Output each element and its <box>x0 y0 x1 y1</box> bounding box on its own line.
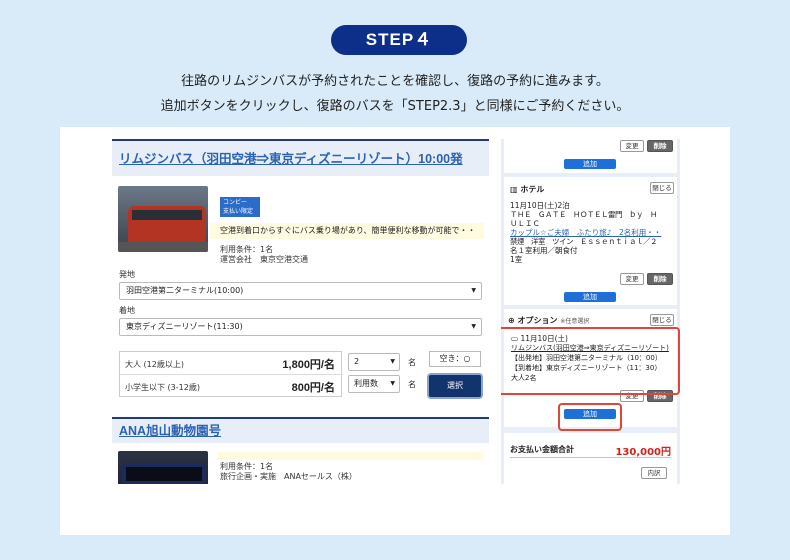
cart-sidebar: 変更 削除 追加 ▥ ホテル 閉じる 11月10日(土)2泊 ＴＨＥ ＧＡＴＥ … <box>501 139 680 484</box>
highlight-frame-add <box>558 403 622 431</box>
plus-circle-icon: ⊕ <box>508 316 515 325</box>
details-button[interactable]: 内訳 <box>641 467 667 479</box>
hotel-room-count: 1室 <box>510 255 523 264</box>
arrival-select[interactable]: 東京ディズニーリゾート(11:30) ▼ <box>119 318 482 336</box>
departure-select[interactable]: 羽田空港第二ターミナル(10:00) ▼ <box>119 282 482 300</box>
dropdown-arrow-icon: ▼ <box>471 323 476 330</box>
hotel-delete-button[interactable]: 削除 <box>647 273 673 285</box>
dropdown-arrow-icon: ▼ <box>390 380 395 387</box>
bus-photo <box>118 186 208 252</box>
bus-operator: 運営会社 東京空港交通 <box>220 255 308 264</box>
child-qty-select[interactable]: 利用数 ▼ <box>348 375 400 393</box>
coupon-badge: コンビー 支払い限定 <box>220 197 260 217</box>
child-unit: 名 <box>408 380 416 389</box>
adult-unit: 名 <box>408 358 416 367</box>
step-badge: STEP４ <box>331 25 467 55</box>
total-value: 130,000円 <box>615 447 671 458</box>
bus-condition: 利用条件：1名 <box>220 245 274 254</box>
bus-title-link[interactable]: リムジンバス（羽田空港⇒東京ディズニーリゾート）10:00発 <box>119 152 463 166</box>
total-divider <box>510 457 671 458</box>
adult-qty-select[interactable]: 2 ▼ <box>348 353 400 371</box>
bus-title-bar: リムジンバス（羽田空港⇒東京ディズニーリゾート）10:00発 <box>112 139 489 176</box>
vacancy-status: 空き：○ <box>429 351 481 367</box>
bus2-title-link[interactable]: ANA旭山動物園号 <box>119 424 221 438</box>
change-button[interactable]: 変更 <box>620 140 644 152</box>
instruction-line-2: 追加ボタンをクリックし、復路のバスを「STEP2.3」と同様にご予約ください。 <box>160 99 630 114</box>
dropdown-arrow-icon: ▼ <box>390 358 395 365</box>
bus2-photo <box>118 451 208 484</box>
instruction-line-1: 往路のリムジンバスが予約されたことを確認し、復路の予約に進みます。 <box>181 74 609 89</box>
fare-row-child: 小学生以下 (3-12歳) 800円/名 <box>125 382 335 394</box>
option-section-title: ⊕ オプション ※任意選択 <box>508 316 590 325</box>
screenshot-panel: リムジンバス（羽田空港⇒東京ディズニーリゾート）10:00発 コンビー 支払い限… <box>60 127 730 535</box>
hotel-add-button[interactable]: 追加 <box>564 292 616 302</box>
bus-list: リムジンバス（羽田空港⇒東京ディズニーリゾート）10:00発 コンビー 支払い限… <box>112 139 489 484</box>
departure-label: 発地 <box>119 270 135 279</box>
bus2-operator: 旅行企画・実施 ANAセールス（株） <box>220 472 357 481</box>
hotel-card: ▥ ホテル 閉じる 11月10日(土)2泊 ＴＨＥ ＧＡＴＥ ＨＯＴＥＬ雷門 ｂ… <box>504 177 677 305</box>
fare-row-adult: 大人 (12歳以上) 1,800円/名 <box>120 352 343 375</box>
fare-table: 大人 (12歳以上) 1,800円/名 小学生以下 (3-12歳) 800円/名 <box>119 351 343 397</box>
hotel-close-button[interactable]: 閉じる <box>650 182 674 194</box>
add-button[interactable]: 追加 <box>564 159 616 169</box>
building-icon: ▥ <box>510 185 518 194</box>
hotel-change-button[interactable]: 変更 <box>620 273 644 285</box>
bus2-condition: 利用条件：1名 <box>220 462 274 471</box>
bus-notice: 空港到着口からすぐにバス乗り場があり、簡単便利な移動が可能で・・ <box>210 223 484 239</box>
option-close-button[interactable]: 閉じる <box>650 314 674 326</box>
select-button[interactable]: 選択 <box>429 375 481 397</box>
total-label: お支払い金額合計 <box>510 445 574 454</box>
bus2-notice <box>218 452 484 460</box>
cart-card-top: 変更 削除 追加 <box>504 139 677 173</box>
dropdown-arrow-icon: ▼ <box>471 287 476 294</box>
highlight-frame-option <box>501 327 680 395</box>
bus2-title-bar: ANA旭山動物園号 <box>112 417 489 443</box>
hotel-section-title: ▥ ホテル <box>510 185 545 194</box>
arrival-label: 着地 <box>119 306 135 315</box>
delete-button[interactable]: 削除 <box>647 140 673 152</box>
